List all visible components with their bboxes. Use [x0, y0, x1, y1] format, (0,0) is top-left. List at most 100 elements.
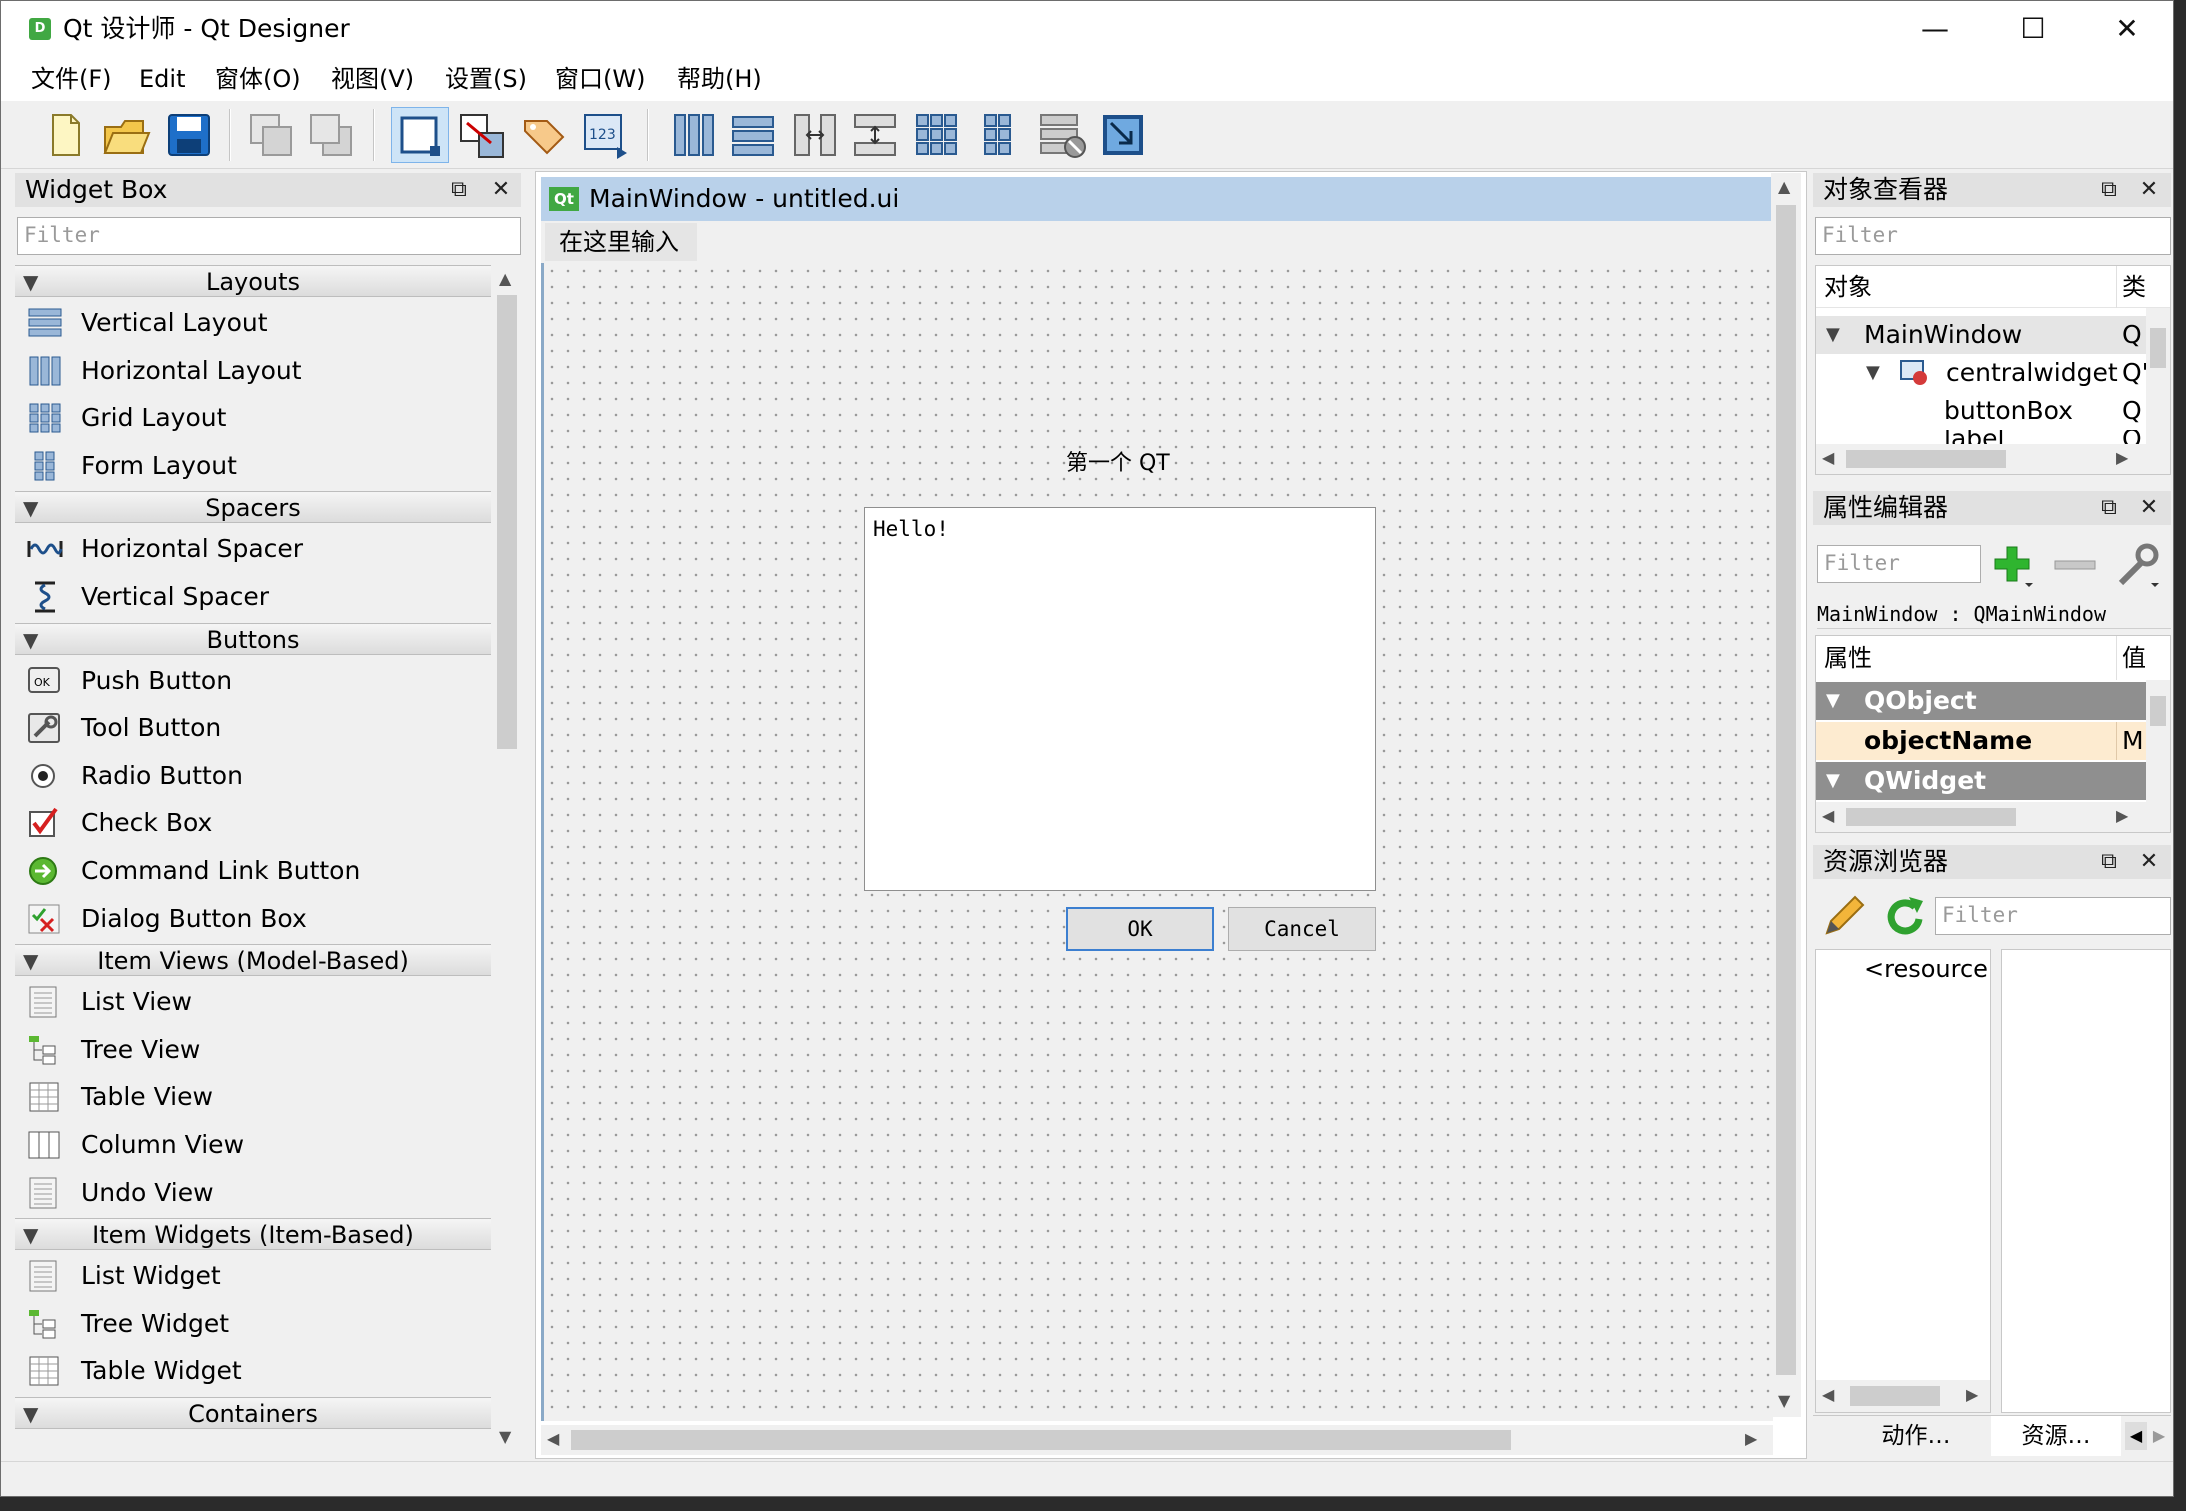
widget-box-scrollbar[interactable]: ▲ ▼	[493, 265, 521, 1453]
widget-item-vertical-layout[interactable]: Vertical Layout	[15, 299, 491, 347]
property-table-hscroll[interactable]: ◀ ▶	[1816, 802, 2170, 832]
scroll-up-icon[interactable]: ▲	[1778, 177, 1790, 196]
tab-scroll-right-icon[interactable]: ▶	[2149, 1422, 2169, 1450]
chevron-down-icon[interactable]: ▼	[23, 945, 38, 977]
widget-item-horizontal-spacer[interactable]: Horizontal Spacer	[15, 525, 491, 573]
property-value[interactable]: M	[2122, 724, 2144, 758]
form-label[interactable]: 第一个 QT	[1066, 449, 1170, 479]
scrollbar-thumb[interactable]	[497, 295, 517, 749]
widget-item-vertical-spacer[interactable]: Vertical Spacer	[15, 573, 491, 621]
configure-wrench-icon[interactable]	[2113, 541, 2161, 589]
category-item-widgets-item-based[interactable]: ▼ Item Widgets (Item-Based)	[15, 1218, 491, 1251]
resource-tree-item[interactable]: <resource	[1864, 952, 1988, 986]
property-group-qobject[interactable]: ▼ QObject	[1816, 682, 2146, 720]
category-buttons[interactable]: ▼ Buttons	[15, 622, 491, 656]
menu-edit[interactable]: Edit	[139, 61, 185, 97]
tab-scroll-left-icon[interactable]: ◀	[2125, 1422, 2147, 1450]
scroll-right-icon[interactable]: ▶	[2116, 806, 2128, 825]
resource-browser-filter-input[interactable]: Filter	[1935, 897, 2171, 935]
widget-item-form-layout[interactable]: Form Layout	[15, 442, 491, 490]
chevron-down-icon[interactable]: ▼	[23, 492, 38, 524]
widget-item-tree-widget[interactable]: Tree Widget	[15, 1300, 491, 1348]
scroll-left-icon[interactable]: ◀	[547, 1429, 559, 1448]
scrollbar-thumb[interactable]	[571, 1430, 1511, 1450]
save-icon[interactable]	[159, 107, 217, 163]
menu-file[interactable]: 文件(F)	[31, 61, 112, 97]
widget-item-push-button[interactable]: OK Push Button	[15, 657, 491, 705]
float-dock-icon[interactable]: ⧉	[2097, 496, 2121, 520]
widget-item-dialog-button-box[interactable]: Dialog Button Box	[15, 895, 491, 943]
object-inspector-filter-input[interactable]: Filter	[1815, 217, 2171, 255]
bring-to-front-icon[interactable]	[303, 107, 361, 163]
widget-item-horizontal-layout[interactable]: Horizontal Layout	[15, 347, 491, 395]
widget-item-table-view[interactable]: Table View	[15, 1073, 491, 1121]
chevron-down-icon[interactable]: ▼	[23, 1398, 38, 1430]
add-property-icon[interactable]	[1989, 541, 2037, 589]
widget-item-command-link-button[interactable]: Command Link Button	[15, 847, 491, 895]
property-row-objectname[interactable]: objectName M	[1816, 722, 2146, 760]
property-group-qwidget[interactable]: ▼ QWidget	[1816, 762, 2146, 800]
column-header-value[interactable]: 值	[2122, 640, 2146, 676]
menu-window[interactable]: 窗口(W)	[555, 61, 645, 97]
scrollbar-thumb[interactable]	[1846, 808, 2016, 826]
remove-property-icon[interactable]	[2051, 541, 2099, 589]
tab-actions[interactable]: 动作…	[1845, 1416, 1987, 1456]
widget-item-radio-button[interactable]: Radio Button	[15, 752, 491, 800]
chevron-down-icon[interactable]: ▼	[23, 624, 38, 656]
lay-out-horizontally-splitter-icon[interactable]	[787, 107, 845, 163]
float-dock-icon[interactable]: ⧉	[2097, 178, 2121, 202]
object-tree-hscroll[interactable]: ◀ ▶	[1816, 444, 2170, 474]
category-containers[interactable]: ▼ Containers	[15, 1397, 491, 1429]
cancel-button[interactable]: Cancel	[1228, 907, 1376, 951]
widget-item-list-widget[interactable]: List Widget	[15, 1252, 491, 1300]
form-text-edit[interactable]: Hello!	[864, 507, 1376, 891]
scroll-left-icon[interactable]: ◀	[1822, 1385, 1834, 1404]
lay-out-horizontally-icon[interactable]	[665, 107, 723, 163]
scroll-down-icon[interactable]: ▼	[1778, 1391, 1790, 1410]
category-layouts[interactable]: ▼ Layouts	[15, 265, 491, 297]
ok-button[interactable]: OK	[1066, 907, 1214, 951]
scroll-up-icon[interactable]: ▲	[499, 269, 511, 288]
widget-item-tree-view[interactable]: Tree View	[15, 1026, 491, 1074]
edit-resources-pencil-icon[interactable]	[1819, 891, 1867, 939]
object-tree-vscroll[interactable]	[2146, 308, 2170, 444]
scrollbar-thumb[interactable]	[2150, 328, 2166, 368]
send-to-back-icon[interactable]	[243, 107, 301, 163]
minimize-button[interactable]: —	[1889, 1, 1981, 57]
property-editor-filter-input[interactable]: Filter	[1817, 545, 1981, 583]
widget-item-grid-layout[interactable]: Grid Layout	[15, 394, 491, 442]
scroll-left-icon[interactable]: ◀	[1822, 448, 1834, 467]
widget-item-undo-view[interactable]: Undo View	[15, 1169, 491, 1217]
category-item-views-model-based[interactable]: ▼ Item Views (Model-Based)	[15, 944, 491, 977]
widget-item-list-view[interactable]: List View	[15, 978, 491, 1026]
tree-row-mainwindow[interactable]: ▼ MainWindow Q	[1816, 316, 2146, 354]
menu-settings[interactable]: 设置(S)	[445, 61, 527, 97]
widget-box-filter-input[interactable]: Filter	[17, 217, 521, 255]
widget-item-check-box[interactable]: Check Box	[15, 799, 491, 847]
menu-help[interactable]: 帮助(H)	[677, 61, 762, 97]
chevron-down-icon[interactable]: ▼	[1826, 764, 1840, 798]
lay-out-vertically-icon[interactable]	[725, 107, 783, 163]
scroll-left-icon[interactable]: ◀	[1822, 806, 1834, 825]
new-file-icon[interactable]	[35, 107, 93, 163]
lay-out-form-icon[interactable]	[971, 107, 1029, 163]
form-menu-placeholder[interactable]: 在这里输入	[545, 223, 697, 261]
edit-buddies-icon[interactable]	[515, 107, 573, 163]
chevron-down-icon[interactable]: ▼	[1866, 356, 1880, 390]
tree-row-label[interactable]: label Q	[1816, 430, 2146, 444]
float-dock-icon[interactable]: ⧉	[2097, 850, 2121, 874]
menu-form[interactable]: 窗体(O)	[215, 61, 301, 97]
scroll-right-icon[interactable]: ▶	[2116, 448, 2128, 467]
scrollbar-thumb[interactable]	[1776, 205, 1796, 1375]
tree-row-buttonbox[interactable]: buttonBox Q	[1816, 392, 2146, 430]
open-folder-icon[interactable]	[97, 107, 155, 163]
chevron-down-icon[interactable]: ▼	[23, 266, 38, 298]
edit-tab-order-icon[interactable]: 123	[577, 107, 635, 163]
widget-item-table-widget[interactable]: Table Widget	[15, 1347, 491, 1395]
lay-out-vertically-splitter-icon[interactable]	[847, 107, 905, 163]
mdi-vertical-scrollbar[interactable]: ▲ ▼	[1771, 173, 1801, 1417]
scrollbar-thumb[interactable]	[1850, 1386, 1940, 1406]
maximize-button[interactable]: ☐	[1987, 1, 2079, 57]
resource-tree-hscroll[interactable]: ◀ ▶	[1816, 1380, 1990, 1412]
tree-row-centralwidget[interactable]: ▼ centralwidget Q'	[1816, 354, 2149, 392]
